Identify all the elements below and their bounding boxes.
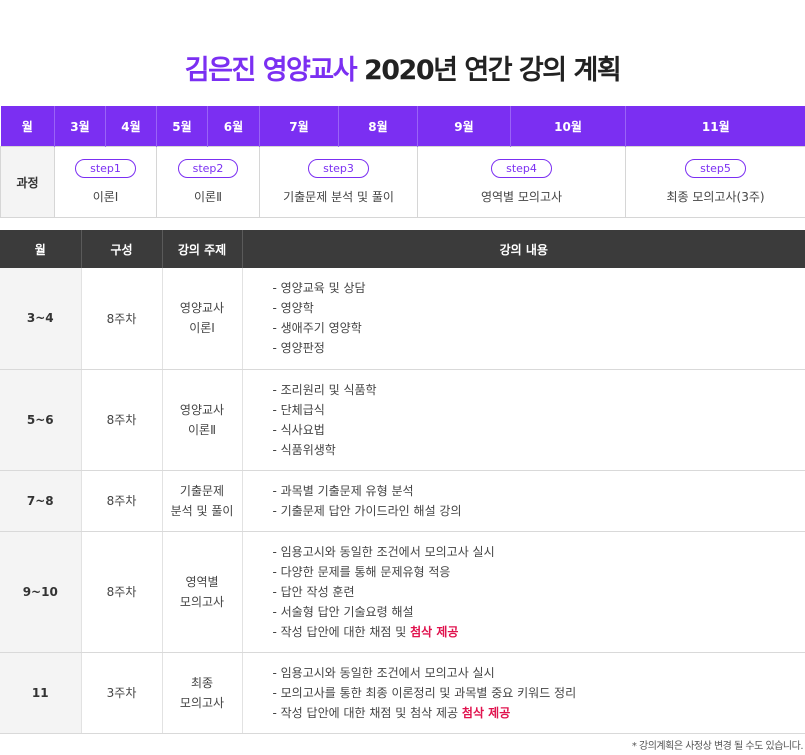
schedule-step-cell: step3 기출문제 분석 및 풀이 xyxy=(259,146,418,218)
content-item: - 작성 답안에 대한 채점 및 첨삭 제공 xyxy=(273,622,805,642)
plan-weeks: 8주차 xyxy=(81,268,163,370)
content-item: - 과목별 기출문제 유형 분석 xyxy=(272,483,414,498)
content-item: - 영양학 xyxy=(272,301,314,316)
step-course: 이론Ⅰ xyxy=(92,190,119,204)
plan-topic: 최종모의고사 xyxy=(162,652,243,734)
schedule-step-cell: step1 이론Ⅰ xyxy=(54,146,157,218)
step-course: 최종 모의고사(3주) xyxy=(666,190,765,204)
schedule-header-8: 8월 xyxy=(338,106,418,147)
topic-line: 이론Ⅱ xyxy=(188,422,216,437)
step-badge: step2 xyxy=(177,159,239,178)
content-item: - 기출문제 답안 가이드라인 해설 강의 xyxy=(272,503,462,518)
plan-row: 11 3주차 최종모의고사 - 임용고시와 동일한 조건에서 모의고사 실시 -… xyxy=(0,652,805,734)
schedule-table: 월 3월 4월 5월 6월 7월 8월 9월 10월 11월 과정 step1 … xyxy=(0,106,805,218)
plan-content: - 임용고시와 동일한 조건에서 모의고사 실시 - 다양한 문제를 통해 문제… xyxy=(242,531,805,653)
schedule-header-11: 11월 xyxy=(625,106,805,147)
content-item: - 식사요법 xyxy=(272,422,325,437)
plan-content: - 과목별 기출문제 유형 분석 - 기출문제 답안 가이드라인 해설 강의 xyxy=(242,470,805,532)
content-item: - 다양한 문제를 통해 문제유형 적응 xyxy=(272,564,451,579)
topic-line: 모의고사 xyxy=(179,594,225,609)
schedule-step-cell: step2 이론Ⅱ xyxy=(156,146,260,218)
schedule-header-month: 월 xyxy=(0,106,55,147)
schedule-header-3: 3월 xyxy=(54,106,106,147)
content-item: - 생애주기 영양학 xyxy=(272,321,362,336)
plan-weeks: 8주차 xyxy=(81,531,163,653)
plan-header-month: 월 xyxy=(0,230,82,268)
plan-table: 월 구성 강의 주제 강의 내용 3~4 8주차 영양교사 이론Ⅰ - 영양교육 … xyxy=(0,230,805,734)
content-item: - 영양판정 xyxy=(272,341,325,356)
content-item: - 작성 답안에 대한 채점 및 첨삭 제공 첨삭 제공 xyxy=(273,703,805,723)
plan-row: 5~6 8주차 영양교사이론Ⅱ - 조리원리 및 식품학 - 단체급식 - 식사… xyxy=(0,369,805,471)
highlight-text: 첨삭 제공 xyxy=(461,705,511,720)
schedule-header-9: 9월 xyxy=(417,106,511,147)
topic-line: 영양교사 xyxy=(179,301,225,316)
step-badge: step5 xyxy=(685,159,746,178)
schedule-header-6: 6월 xyxy=(207,106,260,147)
step-course: 영역별 모의고사 xyxy=(480,190,563,204)
topic-line: 영역별 xyxy=(185,574,219,589)
content-text: - 작성 답안에 대한 채점 및 xyxy=(272,624,411,639)
topic-line: 최종 xyxy=(190,675,214,690)
plan-header-topic: 강의 주제 xyxy=(162,230,243,268)
step-badge: step1 xyxy=(75,159,136,178)
topic-line: 영양교사 xyxy=(179,402,225,417)
title-rest: 2020년 연간 강의 계획 xyxy=(356,55,622,86)
plan-month: 5~6 xyxy=(0,369,82,471)
content-item: - 영양교육 및 상담 xyxy=(272,281,366,296)
step-course: 기출문제 분석 및 풀이 xyxy=(283,190,394,204)
page-title: 김은진 영양교사 2020년 연간 강의 계획 xyxy=(0,48,805,87)
schedule-step-cell: step4 영역별 모의고사 xyxy=(417,146,626,218)
plan-row: 9~10 8주차 영역별모의고사 - 임용고시와 동일한 조건에서 모의고사 실… xyxy=(0,531,805,653)
topic-line: 기출문제 xyxy=(179,483,225,498)
schedule-course-row: 과정 step1 이론Ⅰ step2 이론Ⅱ step3 기출문제 분석 및 풀… xyxy=(0,146,805,218)
content-item: - 식품위생학 xyxy=(272,442,336,457)
step-badge: step3 xyxy=(308,159,369,178)
plan-content: - 영양교육 및 상담 - 영양학 - 생애주기 영양학 - 영양판정 xyxy=(242,268,805,370)
schedule-header-4: 4월 xyxy=(105,106,157,147)
plan-topic: 영역별모의고사 xyxy=(162,531,243,653)
content-item: - 임용고시와 동일한 조건에서 모의고사 실시 xyxy=(272,544,495,559)
topic-line: 모의고사 xyxy=(179,695,225,710)
schedule-step-cell: step5 최종 모의고사(3주) xyxy=(625,146,805,218)
content-item: - 임용고시와 동일한 조건에서 모의고사 실시 xyxy=(272,665,495,680)
plan-weeks: 8주차 xyxy=(81,369,163,471)
content-item: - 조리원리 및 식품학 xyxy=(272,382,377,397)
step-course: 이론Ⅱ xyxy=(194,190,222,204)
plan-month: 9~10 xyxy=(0,531,82,653)
plan-month: 3~4 xyxy=(0,268,82,370)
schedule-header-row: 월 3월 4월 5월 6월 7월 8월 9월 10월 11월 xyxy=(0,106,805,147)
plan-month: 11 xyxy=(0,652,82,734)
topic-line: 분석 및 풀이 xyxy=(170,503,234,518)
plan-row: 7~8 8주차 기출문제분석 및 풀이 - 과목별 기출문제 유형 분석 - 기… xyxy=(0,470,805,532)
plan-topic: 기출문제분석 및 풀이 xyxy=(162,470,243,532)
plan-content: - 임용고시와 동일한 조건에서 모의고사 실시 - 모의고사를 통한 최종 이… xyxy=(242,652,805,734)
plan-weeks: 3주차 xyxy=(81,652,163,734)
content-item: - 모의고사를 통한 최종 이론정리 및 과목별 중요 키워드 정리 xyxy=(272,685,577,700)
footnote: * 강의계획은 사정상 변경 될 수도 있습니다. xyxy=(631,741,804,752)
plan-month: 7~8 xyxy=(0,470,82,532)
schedule-header-7: 7월 xyxy=(259,106,339,147)
schedule-header-10: 10월 xyxy=(510,106,626,147)
plan-weeks: 8주차 xyxy=(81,470,163,532)
content-item: - 서술형 답안 기술요령 해설 xyxy=(272,604,414,619)
plan-row: 3~4 8주차 영양교사이론Ⅰ - 영양교육 및 상담 - 영양학 - 생애주기… xyxy=(0,268,805,370)
schedule-row-label: 과정 xyxy=(0,146,55,218)
schedule-header-5: 5월 xyxy=(156,106,208,147)
plan-header-weeks: 구성 xyxy=(81,230,163,268)
title-accent: 김은진 영양교사 xyxy=(184,55,358,86)
highlight-text: 첨삭 제공 xyxy=(410,624,459,639)
plan-header-content: 강의 내용 xyxy=(242,230,805,268)
content-item: - 단체급식 xyxy=(272,402,325,417)
content-text: - 작성 답안에 대한 채점 및 첨삭 제공 xyxy=(272,705,462,720)
plan-topic: 영양교사이론Ⅰ xyxy=(162,268,243,370)
content-item: - 답안 작성 훈련 xyxy=(272,584,355,599)
topic-line: 이론Ⅰ xyxy=(189,321,215,336)
step-badge: step4 xyxy=(491,159,552,178)
plan-topic: 영양교사이론Ⅱ xyxy=(162,369,243,471)
plan-header-row: 월 구성 강의 주제 강의 내용 xyxy=(0,230,805,268)
plan-content: - 조리원리 및 식품학 - 단체급식 - 식사요법 - 식품위생학 xyxy=(242,369,805,471)
